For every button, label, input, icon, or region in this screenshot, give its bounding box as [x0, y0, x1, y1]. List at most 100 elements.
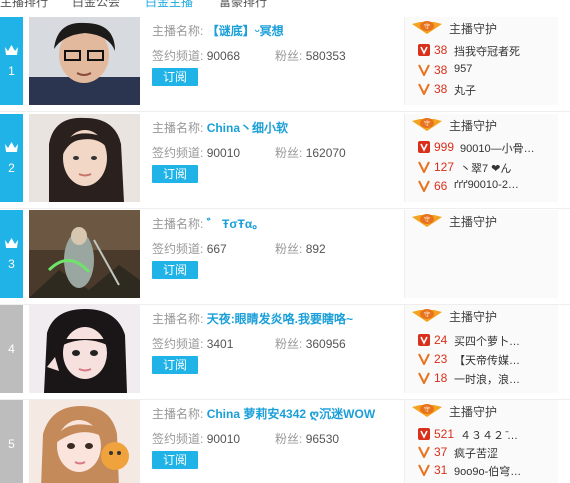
- anchor-avatar[interactable]: [29, 17, 140, 105]
- anchor-name-line: 主播名称: ゛ ŦσŦα。: [152, 215, 264, 232]
- crown-icon: [5, 142, 18, 152]
- guard-title: 主播守护: [449, 22, 498, 36]
- guard-level: 18: [434, 371, 448, 385]
- anchor-avatar[interactable]: [29, 210, 140, 298]
- subscribe-button[interactable]: 订阅: [152, 356, 198, 374]
- channel-line: 签约频道: 3401: [152, 335, 233, 352]
- subscribe-button[interactable]: 订阅: [152, 451, 198, 469]
- guard-level: 23: [434, 352, 448, 366]
- channel-value: 90010: [206, 146, 241, 160]
- guard-username: 丶翠7 ❤ん: [460, 163, 512, 175]
- anchor-row: 3 主播名称: ゛ ŦσŦα。 签约频道: 667 粉丝: 892 订阅 守 主…: [0, 210, 570, 305]
- fans-label: 粉丝:: [275, 146, 303, 160]
- anchor-avatar[interactable]: [29, 305, 140, 393]
- svg-text:守: 守: [424, 311, 430, 319]
- guard-title: 主播守护: [449, 119, 498, 133]
- anchor-info: 主播名称: China 萝莉安4342 ღ沉迷WOW 签约频道: 90010 粉…: [152, 400, 402, 483]
- anchor-name-link[interactable]: 【谜底】ᵕ冥想: [207, 24, 284, 38]
- guard-username: ґґґ90010-2…: [454, 179, 519, 191]
- rank-number: 4: [8, 342, 15, 356]
- rank-badge: 4: [0, 305, 23, 393]
- v-orange-icon: [418, 353, 430, 365]
- anchor-name-label: 主播名称:: [152, 121, 204, 135]
- guard-username: 957: [454, 63, 473, 75]
- v-red-icon: [418, 44, 430, 56]
- guard-title: 主播守护: [449, 405, 498, 419]
- guard-level: 999: [434, 140, 455, 154]
- tab-platinum-anchor[interactable]: 白金主播: [145, 0, 193, 10]
- channel-line: 签约频道: 90068: [152, 47, 240, 64]
- fans-label: 粉丝:: [275, 432, 303, 446]
- guard-username: 9oo9o-伯穹…: [454, 466, 522, 478]
- fans-label: 粉丝:: [275, 337, 303, 351]
- tab-platinum-guild[interactable]: 白金公会: [72, 0, 120, 10]
- guard-level: 31: [434, 463, 448, 477]
- anchor-name-link[interactable]: ゛ ŦσŦα。: [207, 217, 265, 231]
- anchor-avatar[interactable]: [29, 114, 140, 202]
- fans-line: 粉丝: 162070: [275, 144, 346, 161]
- v-red-icon: [418, 428, 430, 440]
- fans-value: 892: [305, 242, 326, 256]
- v-orange-icon: [418, 446, 430, 458]
- guard-panel: 守 主播守护 521 ４３４２ ̄… 37 疯子苦涩 31 9oo9o-伯穹…: [404, 400, 558, 483]
- anchor-name-line: 主播名称: China丶细小软: [152, 119, 288, 136]
- guard-shield-icon: 守: [412, 309, 442, 322]
- anchor-row: 4 主播名称: 天夜:眼睛发炎咯.我要瞎咯~ 签约频道: 3401 粉丝: 36…: [0, 305, 570, 400]
- anchor-name-line: 主播名称: China 萝莉安4342 ღ沉迷WOW: [152, 405, 375, 422]
- channel-line: 签约频道: 90010: [152, 144, 240, 161]
- fans-line: 粉丝: 580353: [275, 47, 346, 64]
- anchor-name-line: 主播名称: 【谜底】ᵕ冥想: [152, 22, 284, 39]
- anchor-info: 主播名称: 天夜:眼睛发炎咯.我要瞎咯~ 签约频道: 3401 粉丝: 3609…: [152, 305, 402, 393]
- fans-value: 360956: [305, 337, 346, 351]
- rank-number: 3: [8, 257, 15, 271]
- channel-label: 签约频道:: [152, 432, 204, 446]
- guard-title: 主播守护: [449, 310, 498, 324]
- anchor-name-link[interactable]: China丶细小软: [207, 121, 288, 135]
- guard-title: 主播守护: [449, 215, 498, 229]
- anchor-name-link[interactable]: China 萝莉安4342 ღ沉迷WOW: [207, 407, 375, 421]
- rank-badge: 3: [0, 210, 23, 298]
- anchor-info: 主播名称: ゛ ŦσŦα。 签约频道: 667 粉丝: 892 订阅: [152, 210, 402, 298]
- guard-level: 38: [434, 82, 448, 96]
- guard-shield-icon: 守: [412, 21, 442, 34]
- tab-rich-ranking[interactable]: 富豪排行: [219, 0, 267, 10]
- row-divider: [0, 208, 570, 209]
- v-orange-icon: [418, 64, 430, 76]
- channel-value: 667: [206, 242, 227, 256]
- guard-panel: 守 主播守护 38 挡我夺冠者死 38 957 38 丸子: [404, 17, 558, 105]
- fans-line: 粉丝: 892: [275, 240, 326, 257]
- channel-line: 签约频道: 667: [152, 240, 227, 257]
- anchor-info: 主播名称: China丶细小软 签约频道: 90010 粉丝: 162070 订…: [152, 114, 402, 202]
- subscribe-button[interactable]: 订阅: [152, 68, 198, 86]
- guard-level: 521: [434, 427, 455, 441]
- fans-value: 580353: [305, 49, 346, 63]
- anchor-name-link[interactable]: 天夜:眼睛发炎咯.我要瞎咯~: [207, 312, 353, 326]
- anchor-name-label: 主播名称:: [152, 407, 204, 421]
- guard-level: 127: [434, 160, 455, 174]
- anchor-avatar[interactable]: [29, 400, 140, 483]
- guard-panel: 守 主播守护 24 买四个萝卜… 23 【天帝传媒… 18 一时浪，浪…: [404, 305, 558, 393]
- v-orange-icon: [418, 83, 430, 95]
- rank-number: 2: [8, 161, 15, 175]
- rank-number: 5: [8, 437, 15, 451]
- subscribe-button[interactable]: 订阅: [152, 261, 198, 279]
- v-orange-icon: [418, 180, 430, 192]
- svg-text:守: 守: [424, 216, 430, 224]
- guard-username: 挡我夺冠者死: [454, 46, 520, 58]
- v-orange-icon: [418, 372, 430, 384]
- subscribe-button[interactable]: 订阅: [152, 165, 198, 183]
- guard-username: 90010—小骨…: [460, 143, 535, 155]
- anchor-info: 主播名称: 【谜底】ᵕ冥想 签约频道: 90068 粉丝: 580353 订阅: [152, 17, 402, 105]
- v-orange-icon: [418, 464, 430, 476]
- channel-label: 签约频道:: [152, 146, 204, 160]
- channel-label: 签约频道:: [152, 337, 204, 351]
- guard-username: ４３４２ ̄…: [460, 430, 519, 442]
- guard-level: 38: [434, 43, 448, 57]
- tab-anchor-ranking[interactable]: 主播排行: [0, 0, 48, 10]
- anchor-row: 1 主播名称: 【谜底】ᵕ冥想 签约频道: 90068 粉丝: 580353 订…: [0, 17, 570, 112]
- guard-panel: 守 主播守护 999 90010—小骨… 127 丶翠7 ❤ん 66 ґґґ90…: [404, 114, 558, 202]
- anchor-row: 5 主播名称: China 萝莉安4342 ღ沉迷WOW 签约频道: 90010…: [0, 400, 570, 483]
- guard-panel: 守 主播守护: [404, 210, 558, 298]
- guard-shield-icon: 守: [412, 214, 442, 227]
- guard-level: 37: [434, 445, 448, 459]
